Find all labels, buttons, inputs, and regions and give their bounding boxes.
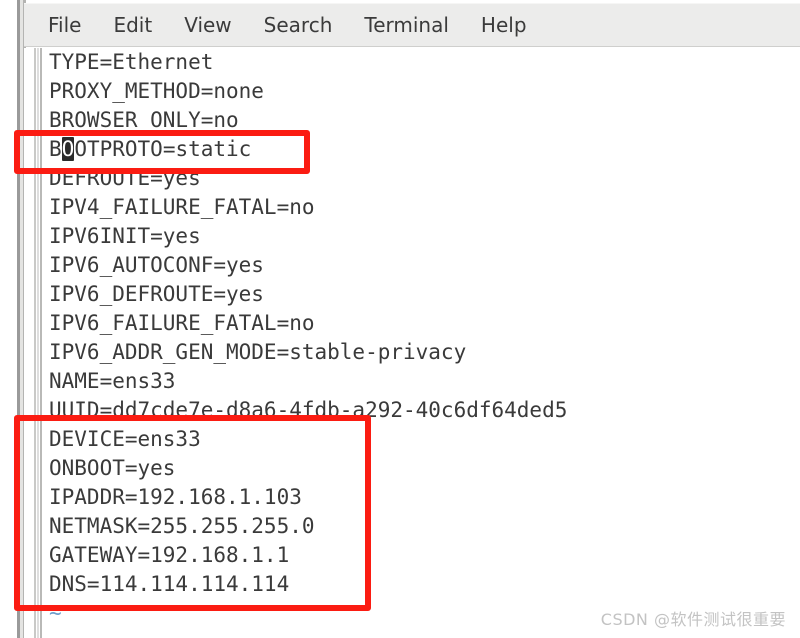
- terminal-left-gutter: [37, 48, 39, 638]
- terminal-left-gutter: [40, 48, 42, 638]
- empty-line-marker: ~: [49, 599, 567, 628]
- line-text: GATEWAY=192.168.1.1: [49, 543, 290, 567]
- line-text: IPV6INIT=yes: [49, 224, 201, 248]
- menu-item-view[interactable]: View: [184, 15, 231, 35]
- file-line: IPV6_FAILURE_FATAL=no: [49, 309, 567, 338]
- line-text: IPV6_DEFROUTE=yes: [49, 282, 264, 306]
- line-text: B: [49, 137, 62, 161]
- text-cursor: O: [61, 137, 75, 161]
- file-line: BROWSER_ONLY=no: [49, 106, 567, 135]
- file-line: IPV4_FAILURE_FATAL=no: [49, 193, 567, 222]
- terminal-text-area[interactable]: TYPE=Ethernet PROXY_METHOD=none BROWSER_ON…: [24, 48, 800, 638]
- file-line: DNS=114.114.114.114: [49, 570, 567, 599]
- line-text: UUID=dd7cde7e-d8a6-4fdb-a292-40c6df64ded…: [49, 398, 568, 422]
- line-text: PROXY_METHOD=none: [49, 79, 264, 103]
- file-line: PROXY_METHOD=none: [49, 77, 567, 106]
- file-line: ONBOOT=yes: [49, 454, 567, 483]
- line-text: IPV4_FAILURE_FATAL=no: [49, 195, 315, 219]
- watermark-text: CSDN @软件测试很重要: [600, 610, 786, 629]
- file-line: NAME=ens33: [49, 367, 567, 396]
- line-text: DEVICE=ens33: [49, 427, 201, 451]
- line-text: ONBOOT=yes: [49, 456, 176, 480]
- menu-item-search[interactable]: Search: [264, 15, 333, 35]
- terminal-left-gutter: [34, 48, 36, 638]
- line-text: NAME=ens33: [49, 369, 176, 393]
- file-line: IPV6_DEFROUTE=yes: [49, 280, 567, 309]
- line-text: IPV6_ADDR_GEN_MODE=stable-privacy: [49, 340, 467, 364]
- file-line: TYPE=Ethernet: [49, 48, 567, 77]
- file-line: IPV6_ADDR_GEN_MODE=stable-privacy: [49, 338, 567, 367]
- file-line: BOOTPROTO=static: [49, 135, 567, 164]
- line-text: TYPE=Ethernet: [49, 50, 214, 74]
- file-line: DEFROUTE=yes: [49, 164, 567, 193]
- line-text: DNS=114.114.114.114: [49, 572, 290, 596]
- line-text: IPV6_FAILURE_FATAL=no: [49, 311, 315, 335]
- file-line: UUID=dd7cde7e-d8a6-4fdb-a292-40c6df64ded…: [49, 396, 567, 425]
- line-text: DEFROUTE=yes: [49, 166, 201, 190]
- file-line: GATEWAY=192.168.1.1: [49, 541, 567, 570]
- line-text: IPV6_AUTOCONF=yes: [49, 253, 264, 277]
- line-text: BROWSER_ONLY=no: [49, 108, 239, 132]
- menu-bar: File Edit View Search Terminal Help: [24, 3, 800, 47]
- screenshot-canvas: File Edit View Search Terminal Help TYPE…: [0, 0, 800, 638]
- menu-item-file[interactable]: File: [48, 15, 81, 35]
- line-text: IPADDR=192.168.1.103: [49, 485, 302, 509]
- line-text: OTPROTO=static: [74, 137, 252, 161]
- line-text: NETMASK=255.255.255.0: [49, 514, 315, 538]
- file-line: IPV6_AUTOCONF=yes: [49, 251, 567, 280]
- terminal-window: File Edit View Search Terminal Help TYPE…: [17, 0, 800, 638]
- tilde-glyph: ~: [49, 601, 62, 625]
- menu-item-terminal[interactable]: Terminal: [364, 15, 449, 35]
- file-line: IPADDR=192.168.1.103: [49, 483, 567, 512]
- tilde-glyph: ~: [49, 630, 62, 638]
- empty-line-marker: ~: [49, 628, 567, 638]
- menu-item-help[interactable]: Help: [481, 15, 527, 35]
- file-line: DEVICE=ens33: [49, 425, 567, 454]
- file-line: NETMASK=255.255.255.0: [49, 512, 567, 541]
- menu-item-edit[interactable]: Edit: [113, 15, 152, 35]
- file-content-lines: TYPE=Ethernet PROXY_METHOD=none BROWSER_ON…: [49, 48, 567, 638]
- file-line: IPV6INIT=yes: [49, 222, 567, 251]
